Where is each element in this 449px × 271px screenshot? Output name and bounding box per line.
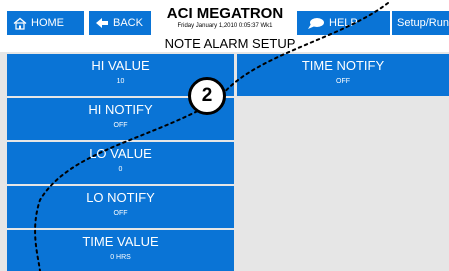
alarm-setup-screen: HOME BACK ACI MEGATRON Friday January 1,… [0, 0, 449, 271]
callout-number-badge: 2 [188, 77, 226, 115]
callout-leader-line [34, 2, 389, 271]
